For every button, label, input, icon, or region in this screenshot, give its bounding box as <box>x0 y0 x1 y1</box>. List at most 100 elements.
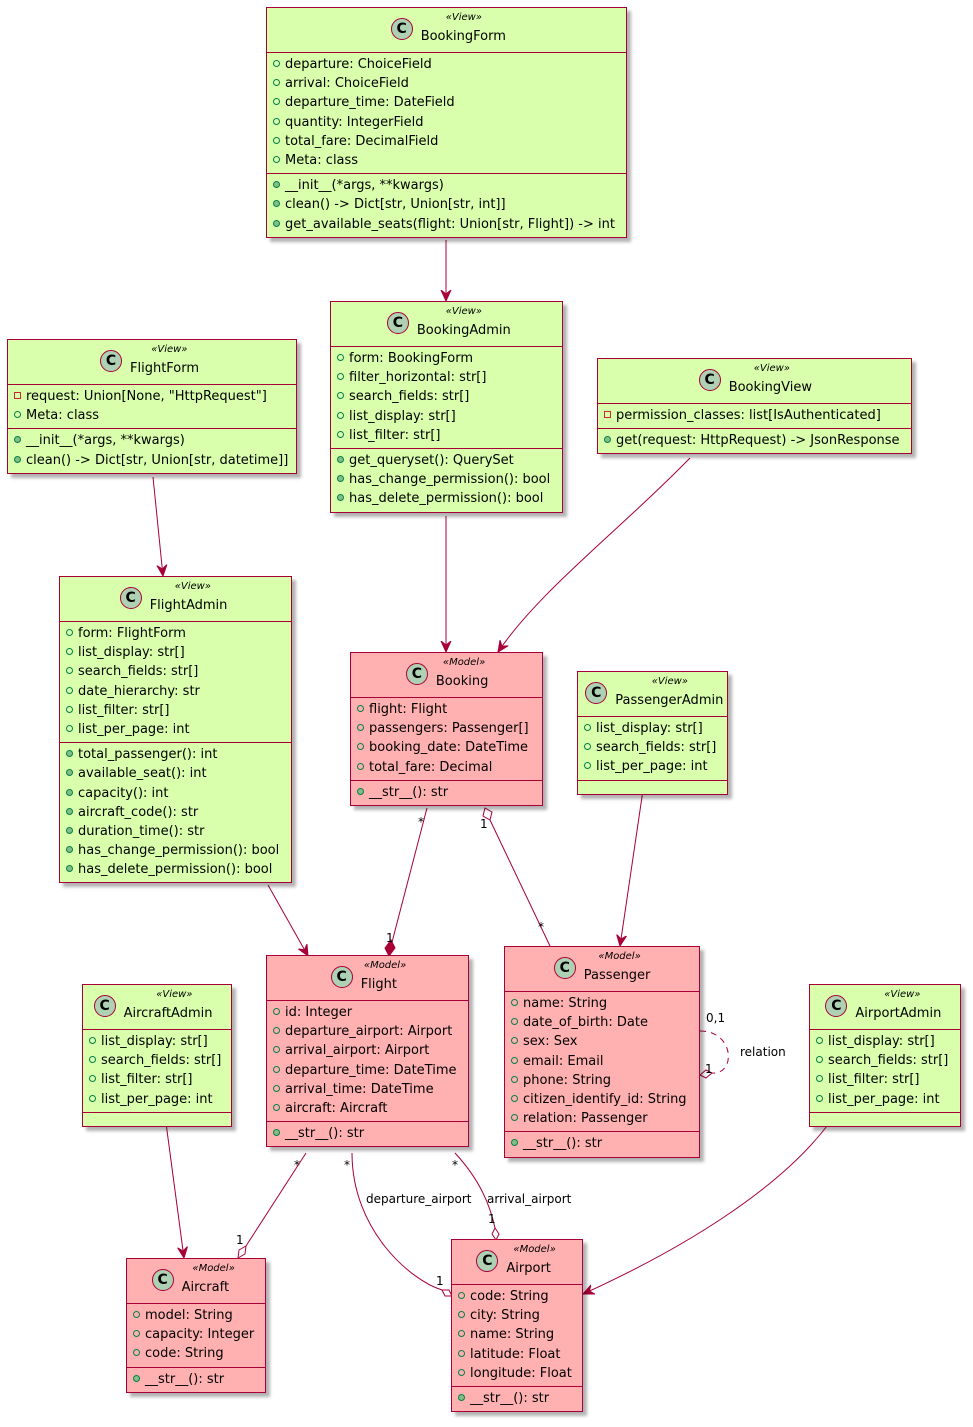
class-flight[interactable]: C «Model» Flight id: Integer departure_airpo… <box>266 955 469 1148</box>
field-text: list_filter: str[] <box>101 1072 193 1088</box>
field-text: filter_horizontal: str[] <box>349 370 487 386</box>
method-row: __str__(): str <box>452 1389 582 1408</box>
class-bookingadmin[interactable]: C «View» BookingAdmin form: BookingForm filt… <box>330 301 563 513</box>
public-field-icon <box>337 392 344 400</box>
field-row: list_display: str[] <box>331 407 562 426</box>
public-field-icon <box>273 1046 280 1054</box>
field-row: list_per_page: int <box>578 757 727 776</box>
public-field-icon <box>89 1075 96 1083</box>
field-text: code: String <box>145 1346 224 1362</box>
field-row: code: String <box>127 1344 265 1363</box>
stereotype-label: «View» <box>445 12 482 23</box>
class-airport[interactable]: C «Model» Airport code: String city: String n… <box>451 1239 583 1413</box>
class-passenger[interactable]: C «Model» Passenger name: String date_of_bir… <box>504 946 700 1158</box>
class-aircraft[interactable]: C «Model» Aircraft model: String capacity: I… <box>126 1258 266 1393</box>
fields-section: request: Union[None, "HttpRequest"] Meta:… <box>8 385 296 430</box>
public-field-icon <box>337 373 344 381</box>
method-text: capacity(): int <box>78 785 169 801</box>
class-booking[interactable]: C «Model» Booking flight: Flight passengers:… <box>350 652 543 806</box>
field-row: longitude: Float <box>452 1364 582 1383</box>
public-method-icon <box>337 475 344 483</box>
stereotype-label: «Model» <box>442 657 486 668</box>
multiplicity-label: * <box>452 1158 458 1172</box>
field-text: list_display: str[] <box>596 721 703 736</box>
multiplicity-label: 1 <box>386 931 394 945</box>
stereotype-label: «Model» <box>598 951 641 962</box>
class-c-icon: C <box>119 587 142 609</box>
public-field-icon <box>357 743 364 751</box>
method-row: available_seat(): int <box>60 764 291 783</box>
stereotype-label: «Model» <box>192 1263 235 1274</box>
class-flightadmin[interactable]: C «View» FlightAdmin form: FlightForm list_d… <box>59 576 292 884</box>
class-c-icon: C <box>386 312 409 334</box>
field-text: name: String <box>470 1327 555 1343</box>
method-text: has_delete_permission(): bool <box>78 862 273 878</box>
stereotype-label: «View» <box>651 676 688 687</box>
class-header: C «Model» Passenger <box>505 947 699 992</box>
method-row: capacity(): int <box>60 784 291 803</box>
relation-label-departure-airport: departure_airport <box>366 1192 472 1206</box>
public-field-icon <box>66 686 73 694</box>
public-method-icon <box>66 769 73 777</box>
method-text: get_queryset(): QuerySet <box>349 452 514 468</box>
public-field-icon <box>273 117 280 125</box>
public-method-icon <box>273 1129 280 1137</box>
field-row: form: BookingForm <box>331 349 562 368</box>
fields-section: list_display: str[] search_fields: str[] l… <box>578 717 727 781</box>
field-row: total_fare: DecimalField <box>267 132 626 151</box>
class-header: C «View» BookingAdmin <box>331 302 562 347</box>
class-c-icon: C <box>553 957 576 979</box>
public-method-icon <box>133 1374 140 1382</box>
method-row: get_queryset(): QuerySet <box>331 451 562 470</box>
field-row: list_per_page: int <box>83 1090 231 1109</box>
class-aircraftadmin[interactable]: C «View» AircraftAdmin list_display: str[] s… <box>82 984 232 1127</box>
method-text: available_seat(): int <box>78 766 207 782</box>
method-row: __str__(): str <box>267 1124 468 1143</box>
class-bookingview[interactable]: C «View» BookingView permission_classes: li… <box>597 358 912 455</box>
field-text: search_fields: str[] <box>596 740 717 756</box>
field-row: phone: String <box>505 1071 699 1090</box>
field-text: departure_time: DateField <box>285 95 455 111</box>
method-text: __init__(*args, **kwargs) <box>26 433 185 449</box>
public-field-icon <box>357 762 364 770</box>
methods-section <box>578 781 727 794</box>
method-text: has_change_permission(): bool <box>78 843 280 859</box>
public-method-icon <box>273 181 280 189</box>
multiplicity-label: 0,1 <box>706 1011 726 1025</box>
method-text: __str__(): str <box>369 784 449 800</box>
stereotype-label: «View» <box>151 344 188 355</box>
field-row: id: Integer <box>267 1003 468 1022</box>
public-method-icon <box>273 219 280 227</box>
class-header: C «View» BookingForm <box>267 8 626 53</box>
field-text: list_display: str[] <box>101 1034 208 1049</box>
fields-section: departure: ChoiceField arrival: ChoiceFie… <box>267 53 626 175</box>
field-text: arrival: ChoiceField <box>285 76 409 92</box>
method-text: has_change_permission(): bool <box>349 472 551 488</box>
class-name: BookingView <box>728 380 812 395</box>
edge-aircraftadmin-aircraft <box>165 1122 184 1258</box>
method-row: clean() -> Dict[str, Union[str, datetime… <box>8 451 296 470</box>
public-field-icon <box>511 1075 518 1083</box>
class-airportadmin[interactable]: C «View» AirportAdmin list_display: str[] se… <box>809 984 961 1127</box>
method-text: clean() -> Dict[str, Union[str, int]] <box>285 197 506 213</box>
methods-section: get_queryset(): QuerySet has_change_permi… <box>331 449 562 512</box>
field-text: citizen_identify_id: String <box>523 1091 687 1107</box>
field-row: aircraft: Aircraft <box>267 1099 468 1118</box>
method-text: duration_time(): str <box>78 823 205 839</box>
method-row: __str__(): str <box>127 1370 265 1389</box>
field-text: list_per_page: int <box>828 1091 940 1107</box>
field-text: longitude: Float <box>470 1365 572 1381</box>
method-text: __init__(*args, **kwargs) <box>285 178 444 194</box>
public-field-icon <box>357 724 364 732</box>
field-text: form: FlightForm <box>78 626 186 641</box>
field-text: capacity: Integer <box>145 1327 255 1343</box>
class-flightform[interactable]: C «View» FlightForm request: Union[None, "H… <box>7 339 297 474</box>
field-text: departure: ChoiceField <box>285 57 432 72</box>
methods-section: __str__(): str <box>505 1132 699 1156</box>
public-field-icon <box>458 1349 465 1357</box>
fields-section: permission_classes: list[IsAuthenticated… <box>598 404 911 430</box>
field-text: search_fields: str[] <box>78 664 199 680</box>
public-field-icon <box>816 1056 823 1064</box>
class-passengeradmin[interactable]: C «View» PassengerAdmin list_display: str[]… <box>577 671 728 795</box>
class-bookingform[interactable]: C «View» BookingForm departure: ChoiceField… <box>266 7 627 238</box>
